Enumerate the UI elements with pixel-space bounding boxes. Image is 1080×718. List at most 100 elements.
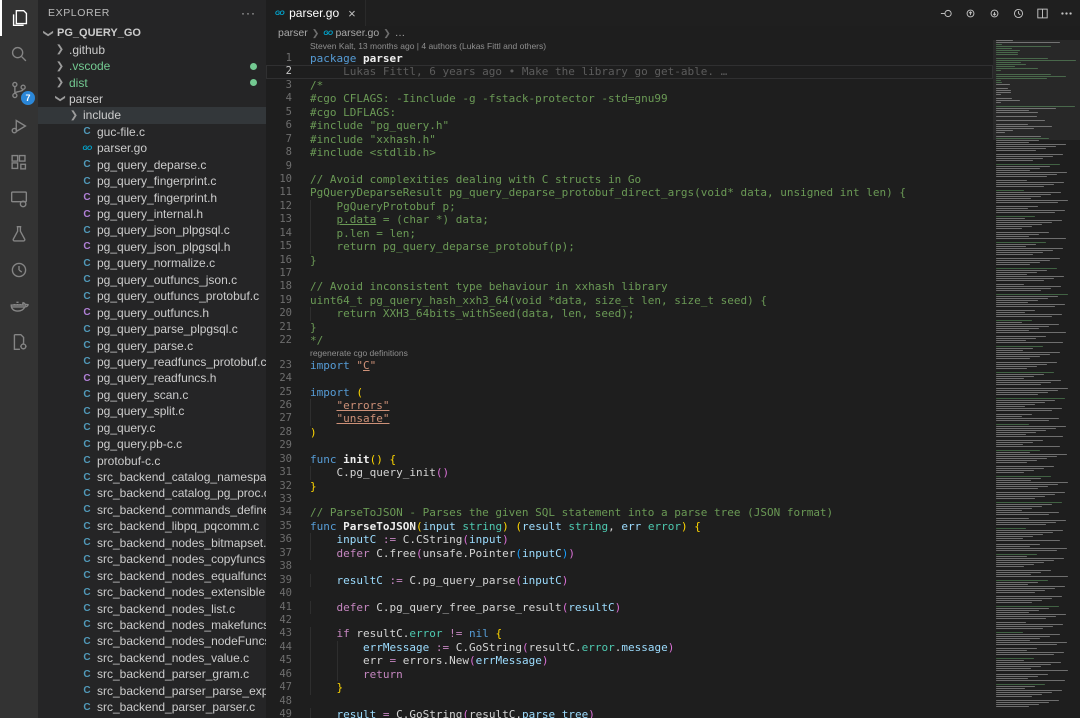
code-line-48[interactable]: 48 <box>266 695 993 708</box>
code-line-18[interactable]: 18// Avoid inconsistent type behaviour i… <box>266 280 993 293</box>
code-line-34[interactable]: 34// ParseToJSON - Parses the given SQL … <box>266 506 993 519</box>
split-editor-icon[interactable] <box>1034 5 1050 21</box>
source-control-icon[interactable]: 7 <box>0 72 38 108</box>
tree-item-pg-query-outfuncs-protobuf-c[interactable]: Cpg_query_outfuncs_protobuf.c <box>38 288 266 304</box>
tree-item-pg-query-parse-plpgsql-c[interactable]: Cpg_query_parse_plpgsql.c <box>38 321 266 337</box>
tree-item-guc-file-c[interactable]: Cguc-file.c <box>38 124 266 140</box>
breadcrumb-item-parser[interactable]: parser <box>278 27 308 39</box>
code-line-22[interactable]: 22*/ <box>266 334 993 347</box>
tree-root-pg-query-go[interactable]: ❯PG_QUERY_GO <box>38 25 266 41</box>
testing-icon[interactable] <box>0 216 38 252</box>
tree-item-parser-go[interactable]: GOparser.go <box>38 140 266 156</box>
code-line-28[interactable]: 28) <box>266 426 993 439</box>
tab-parser-go[interactable]: GO parser.go × <box>266 0 366 26</box>
code-line-24[interactable]: 24 <box>266 372 993 385</box>
tree-item-src-backend-nodes-nodefuncs-c[interactable]: Csrc_backend_nodes_nodeFuncs.c <box>38 633 266 649</box>
code-line-3[interactable]: 3/* <box>266 79 993 92</box>
tree-item-pg-query-deparse-c[interactable]: Cpg_query_deparse.c <box>38 157 266 173</box>
tree-item-pg-query-json-plpgsql-h[interactable]: Cpg_query_json_plpgsql.h <box>38 239 266 255</box>
more-actions-icon[interactable] <box>1058 5 1074 21</box>
code-line-25[interactable]: 25import ( <box>266 386 993 399</box>
minimap[interactable] <box>993 40 1080 718</box>
code-line-40[interactable]: 40 <box>266 587 993 600</box>
tree-item-pg-query-readfuncs-h[interactable]: Cpg_query_readfuncs.h <box>38 370 266 386</box>
tree-item-pg-query-parse-c[interactable]: Cpg_query_parse.c <box>38 337 266 353</box>
gitlens-icon[interactable] <box>0 252 38 288</box>
code-line-10[interactable]: 10// Avoid complexities dealing with C s… <box>266 173 993 186</box>
tree-item-src-backend-nodes-copyfuncs-c[interactable]: Csrc_backend_nodes_copyfuncs.c <box>38 551 266 567</box>
code-line-41[interactable]: 41 defer C.pg_query_free_parse_result(re… <box>266 601 993 614</box>
tree-item-src-backend-nodes-value-c[interactable]: Csrc_backend_nodes_value.c <box>38 650 266 666</box>
open-changes-icon[interactable] <box>938 5 954 21</box>
code-line-36[interactable]: 36 inputC := C.CString(input) <box>266 533 993 546</box>
code-line-47[interactable]: 47 } <box>266 681 993 694</box>
tree-item-pg-query-fingerprint-c[interactable]: Cpg_query_fingerprint.c <box>38 173 266 189</box>
tree-item-src-backend-catalog-pg-proc-c[interactable]: Csrc_backend_catalog_pg_proc.c <box>38 485 266 501</box>
code-line-9[interactable]: 9 <box>266 160 993 173</box>
run-debug-icon[interactable] <box>0 108 38 144</box>
tree-item-pg-query-split-c[interactable]: Cpg_query_split.c <box>38 403 266 419</box>
tree-item-src-backend-nodes-makefuncs-c[interactable]: Csrc_backend_nodes_makefuncs.c <box>38 617 266 633</box>
code-line-49[interactable]: 49 result = C.GoString(resultC.parse_tre… <box>266 708 993 718</box>
tree-item-parser[interactable]: ❯parser <box>38 91 266 107</box>
tree-item-pg-query-readfuncs-protobuf-c[interactable]: Cpg_query_readfuncs_protobuf.c <box>38 354 266 370</box>
code-line-46[interactable]: 46 return <box>266 668 993 681</box>
code-line-21[interactable]: 21} <box>266 321 993 334</box>
tree-item-pg-query-c[interactable]: Cpg_query.c <box>38 420 266 436</box>
code-line-39[interactable]: 39 resultC := C.pg_query_parse(inputC) <box>266 574 993 587</box>
code-line-38[interactable]: 38 <box>266 560 993 573</box>
code-line-43[interactable]: 43 if resultC.error != nil { <box>266 627 993 640</box>
tree-item-src-backend-parser-parser-c[interactable]: Csrc_backend_parser_parser.c <box>38 699 266 715</box>
code-line-44[interactable]: 44 errMessage := C.GoString(resultC.erro… <box>266 641 993 654</box>
code-line-19[interactable]: 19uint64_t pg_query_hash_xxh3_64(void *d… <box>266 294 993 307</box>
tree-item-protobuf-c-c[interactable]: Cprotobuf-c.c <box>38 452 266 468</box>
search-icon[interactable] <box>0 36 38 72</box>
code-line-11[interactable]: 11PgQueryDeparseResult pg_query_deparse_… <box>266 186 993 199</box>
tree-item-src-backend-nodes-bitmapset-c[interactable]: Csrc_backend_nodes_bitmapset.c <box>38 535 266 551</box>
code-line-29[interactable]: 29 <box>266 439 993 452</box>
tree-item--vscode[interactable]: ❯.vscode <box>38 58 266 74</box>
codelens-regenerate-cgo[interactable]: regenerate cgo definitions <box>266 348 993 359</box>
remote-explorer-icon[interactable] <box>0 180 38 216</box>
tree-item-pg-query-internal-h[interactable]: Cpg_query_internal.h <box>38 206 266 222</box>
explorer-more-actions[interactable]: ··· <box>241 6 256 20</box>
makefile-tools-icon[interactable] <box>0 324 38 360</box>
code-line-45[interactable]: 45 err = errors.New(errMessage) <box>266 654 993 667</box>
code-line-2[interactable]: 2 Lukas Fittl, 6 years ago • Make the li… <box>266 65 993 78</box>
tree-item-src-backend-nodes-list-c[interactable]: Csrc_backend_nodes_list.c <box>38 600 266 616</box>
code-line-42[interactable]: 42 <box>266 614 993 627</box>
close-tab-icon[interactable]: × <box>348 6 356 21</box>
code-line-31[interactable]: 31 C.pg_query_init() <box>266 466 993 479</box>
code-line-30[interactable]: 30func init() { <box>266 453 993 466</box>
code-line-14[interactable]: 14 p.len = len; <box>266 227 993 240</box>
code-line-20[interactable]: 20 return XXH3_64bits_withSeed(data, len… <box>266 307 993 320</box>
tree-item-pg-query-json-plpgsql-c[interactable]: Cpg_query_json_plpgsql.c <box>38 222 266 238</box>
code-line-7[interactable]: 7#include "xxhash.h" <box>266 133 993 146</box>
tree-item-src-backend-catalog-namespace-c[interactable]: Csrc_backend_catalog_namespace.c <box>38 469 266 485</box>
tree-item-src-backend-parser-gram-c[interactable]: Csrc_backend_parser_gram.c <box>38 666 266 682</box>
tree-item-src-backend-libpq-pqcomm-c[interactable]: Csrc_backend_libpq_pqcomm.c <box>38 518 266 534</box>
tree-item-src-backend-nodes-extensible-c[interactable]: Csrc_backend_nodes_extensible.c <box>38 584 266 600</box>
code-line-6[interactable]: 6#include "pg_query.h" <box>266 119 993 132</box>
tree-item-dist[interactable]: ❯dist <box>38 74 266 90</box>
code-line-33[interactable]: 33 <box>266 493 993 506</box>
code-line-35[interactable]: 35func ParseToJSON(input string) (result… <box>266 520 993 533</box>
explorer-icon[interactable] <box>0 0 38 36</box>
tree-item--github[interactable]: ❯.github <box>38 41 266 57</box>
code-line-17[interactable]: 17 <box>266 267 993 280</box>
tree-item-src-backend-parser-parse-expr-c[interactable]: Csrc_backend_parser_parse_expr.c <box>38 683 266 699</box>
breadcrumb-item--[interactable]: … <box>395 27 406 39</box>
code-line-5[interactable]: 5#cgo LDFLAGS: <box>266 106 993 119</box>
code-line-27[interactable]: 27 "unsafe" <box>266 412 993 425</box>
tree-item-include[interactable]: ❯include <box>38 107 266 123</box>
code-line-23[interactable]: 23import "C" <box>266 359 993 372</box>
tree-item-pg-query-outfuncs-json-c[interactable]: Cpg_query_outfuncs_json.c <box>38 272 266 288</box>
extensions-icon[interactable] <box>0 144 38 180</box>
code-line-1[interactable]: 1package parser <box>266 52 993 65</box>
breadcrumb-item-parser-go[interactable]: GOparser.go <box>323 27 379 39</box>
code-line-32[interactable]: 32} <box>266 480 993 493</box>
code-line-4[interactable]: 4#cgo CFLAGS: -Iinclude -g -fstack-prote… <box>266 92 993 105</box>
code-line-12[interactable]: 12 PgQueryProtobuf p; <box>266 200 993 213</box>
previous-change-icon[interactable] <box>962 5 978 21</box>
code-line-15[interactable]: 15 return pg_query_deparse_protobuf(p); <box>266 240 993 253</box>
